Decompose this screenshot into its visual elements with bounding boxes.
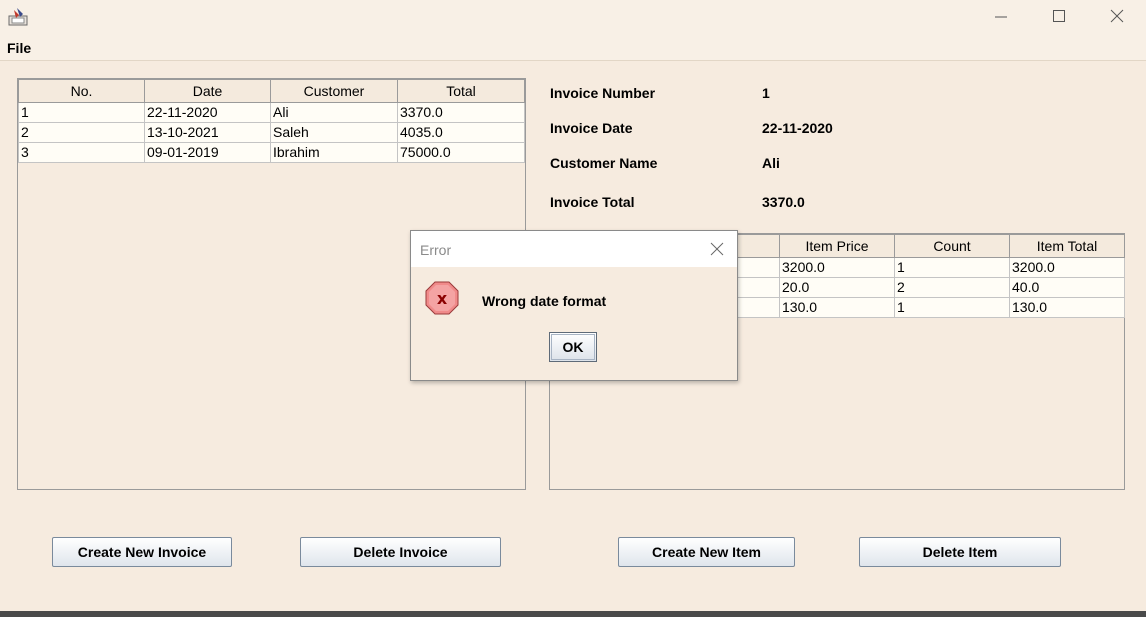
table-cell[interactable]: 130.0 — [779, 297, 895, 318]
table-row[interactable]: 2 13-10-2021 Saleh 4035.0 — [18, 122, 525, 143]
column-header-date[interactable]: Date — [144, 79, 271, 103]
error-icon: x — [425, 281, 459, 315]
table-cell[interactable]: 130.0 — [1009, 297, 1125, 318]
table-cell[interactable]: 1 — [18, 102, 145, 123]
close-icon[interactable] — [709, 241, 725, 257]
table-row[interactable]: 3 09-01-2019 Ibrahim 75000.0 — [18, 142, 525, 163]
table-cell[interactable]: 09-01-2019 — [144, 142, 271, 163]
table-cell[interactable]: 4035.0 — [397, 122, 525, 143]
table-cell[interactable]: 13-10-2021 — [144, 122, 271, 143]
table-cell[interactable]: 3200.0 — [1009, 257, 1125, 278]
table-cell[interactable]: Saleh — [270, 122, 398, 143]
invoice-date-label: Invoice Date — [550, 120, 633, 136]
invoice-total-label: Invoice Total — [550, 194, 635, 210]
table-cell[interactable]: 20.0 — [779, 277, 895, 298]
delete-invoice-button[interactable]: Delete Invoice — [300, 537, 501, 567]
column-header-item-price[interactable]: Item Price — [779, 234, 895, 258]
customer-name-value: Ali — [762, 155, 780, 171]
maximize-button[interactable] — [1030, 0, 1088, 32]
dialog-title-bar: Error — [411, 231, 737, 267]
dialog-title: Error — [420, 242, 452, 258]
invoice-date-value: 22-11-2020 — [762, 120, 833, 136]
create-item-button[interactable]: Create New Item — [618, 537, 795, 567]
table-row[interactable]: 1 22-11-2020 Ali 3370.0 — [18, 102, 525, 123]
table-cell[interactable]: Ali — [270, 102, 398, 123]
invoice-total-value: 3370.0 — [762, 194, 805, 210]
error-dialog: Error x Wrong date format OK — [410, 230, 738, 381]
invoices-table[interactable]: No. Date Customer Total 1 22-11-2020 Ali… — [18, 79, 525, 163]
column-header-total[interactable]: Total — [397, 79, 525, 103]
minimize-icon — [995, 16, 1007, 18]
window-bottom-edge — [0, 611, 1146, 617]
invoice-number-value: 1 — [762, 85, 770, 101]
minimize-button[interactable] — [972, 0, 1030, 32]
title-bar — [0, 0, 1146, 34]
column-header-item-total[interactable]: Item Total — [1009, 234, 1125, 258]
menu-bar: File — [0, 34, 1146, 61]
close-icon — [1110, 9, 1124, 23]
customer-name-label: Customer Name — [550, 155, 658, 171]
maximize-icon — [1053, 10, 1065, 22]
table-cell[interactable]: 75000.0 — [397, 142, 525, 163]
column-header-no[interactable]: No. — [18, 79, 145, 103]
column-header-customer[interactable]: Customer — [270, 79, 398, 103]
close-button[interactable] — [1088, 0, 1146, 32]
table-cell[interactable]: 1 — [894, 297, 1010, 318]
table-cell[interactable]: 40.0 — [1009, 277, 1125, 298]
table-cell[interactable]: 3 — [18, 142, 145, 163]
invoice-number-label: Invoice Number — [550, 85, 656, 101]
table-cell[interactable]: 2 — [894, 277, 1010, 298]
ok-button[interactable]: OK — [549, 332, 597, 362]
column-header-count[interactable]: Count — [894, 234, 1010, 258]
svg-text:x: x — [437, 289, 448, 308]
dialog-message: Wrong date format — [482, 293, 607, 309]
table-cell[interactable]: 1 — [894, 257, 1010, 278]
table-cell[interactable]: 22-11-2020 — [144, 102, 271, 123]
menu-file[interactable]: File — [7, 40, 31, 56]
table-cell[interactable]: Ibrahim — [270, 142, 398, 163]
table-cell[interactable]: 3370.0 — [397, 102, 525, 123]
table-cell[interactable]: 3200.0 — [779, 257, 895, 278]
java-app-icon — [8, 8, 28, 26]
delete-item-button[interactable]: Delete Item — [859, 537, 1061, 567]
invoices-header-row: No. Date Customer Total — [18, 79, 525, 103]
create-invoice-button[interactable]: Create New Invoice — [52, 537, 232, 567]
table-cell[interactable]: 2 — [18, 122, 145, 143]
